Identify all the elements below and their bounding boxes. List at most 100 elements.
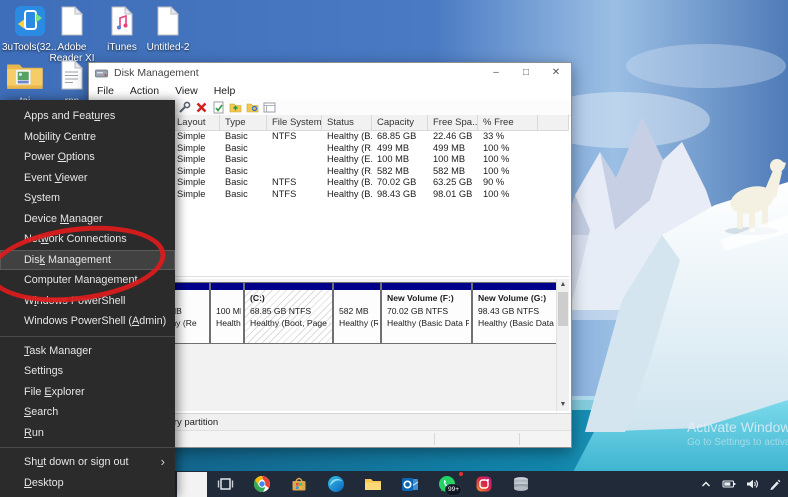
edge-icon[interactable] [326,474,346,494]
chevron-up-icon[interactable] [699,477,713,491]
menu-item-label: Task Manager [24,345,92,357]
cell: 90 % [478,177,538,189]
cell: 98.43 GB [372,189,428,201]
menu-item-windows-powershell-admin[interactable]: Windows PowerShell (Admin) [0,311,175,332]
menu-item-settings[interactable]: Settings [0,361,175,382]
cell: 499 MB [372,143,428,155]
cell: 499 MB [428,143,478,155]
menu-item-label: Power Options [24,151,95,163]
maximize-button[interactable]: □ [511,63,541,83]
menu-item-event-viewer[interactable]: Event Viewer [0,168,175,189]
folder-tools-icon[interactable] [246,101,259,114]
scroll-up-icon[interactable]: ▲ [557,279,569,291]
column-header-capacity[interactable]: Capacity [372,115,428,130]
cell: Simple [172,143,220,155]
whatsapp-icon[interactable]: 99+ [437,474,457,494]
partition-block-new-volume-f[interactable]: New Volume (F:)70.02 GB NTFSHealthy (Bas… [381,282,472,344]
titlebar[interactable]: Disk Management – □ ✕ [89,63,571,83]
cell: Simple [172,189,220,201]
menu-help[interactable]: Help [206,85,244,97]
menu-view[interactable]: View [167,85,206,97]
column-header-file-system[interactable]: File System [267,115,322,130]
desktop-icon-untitled-2[interactable]: Untitled-2 [140,6,196,53]
menu-file[interactable]: File [89,85,122,97]
column-header-free[interactable]: % Free [478,115,538,130]
delete-x-icon[interactable] [195,101,208,114]
disk-management-icon[interactable] [511,474,531,494]
outlook-icon[interactable] [400,474,420,494]
text-document-icon [60,60,84,90]
speaker-icon[interactable] [745,477,759,491]
document-icon [156,6,180,36]
task-view-icon[interactable] [215,474,235,494]
column-header-empty[interactable] [538,115,569,130]
statusbar-separator [519,433,520,445]
disk-drive-icon [95,67,108,80]
cell: Healthy (E... [322,154,372,166]
cell: 100 MB [428,154,478,166]
menu-item-power-options[interactable]: Power Options [0,147,175,168]
close-button[interactable]: ✕ [541,63,571,83]
instagram-icon[interactable] [474,474,494,494]
menu-item-search[interactable]: Search [0,402,175,423]
menu-item-system[interactable]: System [0,188,175,209]
menu-action[interactable]: Action [122,85,167,97]
system-tray [699,477,782,491]
menu-item-file-explorer[interactable]: File Explorer [0,382,175,403]
desktop-icon-label: Untitled-2 [140,42,196,53]
column-header-status[interactable]: Status [322,115,372,130]
cell: Basic [220,154,267,166]
list-view-icon[interactable] [263,101,276,114]
partition-block-3[interactable]: 582 MBHealthy (Re [333,282,381,344]
store-icon[interactable] [289,474,309,494]
partition-text: (C:)68.85 GB NTFSHealthy (Boot, Page Fil [250,292,330,330]
partition-block-c[interactable]: (C:)68.85 GB NTFSHealthy (Boot, Page Fil [244,282,333,344]
column-header-free-spa[interactable]: Free Spa... [428,115,478,130]
cell [538,143,569,155]
cell: 100 % [478,166,538,178]
cell: 33 % [478,131,538,143]
folder-up-icon[interactable] [229,101,242,114]
cell: Healthy (B... [322,177,372,189]
cell: 582 MB [372,166,428,178]
menu-item-desktop[interactable]: Desktop [0,473,175,494]
column-header-layout[interactable]: Layout [172,115,220,130]
activate-windows-watermark: Activate Windows Go to Settings to activ… [687,419,788,448]
scrollbar-thumb[interactable] [558,292,568,326]
partition-text: 582 MBHealthy (Re [339,292,378,330]
menu-item-mobility-centre[interactable]: Mobility Centre [0,127,175,148]
column-header-type[interactable]: Type [220,115,267,130]
menu-item-shut-down-or-sign-out[interactable]: Shut down or sign out› [0,452,175,473]
cell: Basic [220,177,267,189]
battery-icon[interactable] [722,477,736,491]
window-title: Disk Management [114,67,199,79]
partition-block-new-volume-g[interactable]: New Volume (G:)98.43 GB NTFSHealthy (Bas… [472,282,568,344]
vertical-scrollbar[interactable]: ▲ ▼ [556,279,569,411]
document-check-icon[interactable] [212,101,225,114]
menu-item-task-manager[interactable]: Task Manager [0,341,175,362]
scroll-down-icon[interactable]: ▼ [557,399,569,411]
partition-color-bar [211,283,243,290]
partition-color-bar [245,283,332,290]
menu-item-label: Shut down or sign out [24,456,128,468]
cell: NTFS [267,189,322,201]
file-explorer-icon[interactable] [363,474,383,494]
menu-item-apps-and-features[interactable]: Apps and Features [0,106,175,127]
cell: 100 % [478,143,538,155]
desktop-icon-adobe-reader-xi[interactable]: Adobe Reader XI [44,6,100,64]
menu-separator [0,447,175,448]
menu-item-label: Event Viewer [24,172,87,184]
cell: 98.01 GB [428,189,478,201]
wrench-icon[interactable] [178,101,191,114]
cell: Healthy (B... [322,189,372,201]
minimize-button[interactable]: – [481,63,511,83]
partition-block-1[interactable]: 100 MBHealthy [210,282,244,344]
cell: 68.85 GB [372,131,428,143]
partition-text: New Volume (F:)70.02 GB NTFSHealthy (Bas… [387,292,469,330]
cell: 100 % [478,189,538,201]
chrome-icon[interactable] [252,474,272,494]
pen-icon[interactable] [768,477,782,491]
taskbar-icons: 99+ [215,474,531,494]
taskbar-search-box[interactable] [177,472,207,497]
menu-item-run[interactable]: Run [0,423,175,444]
